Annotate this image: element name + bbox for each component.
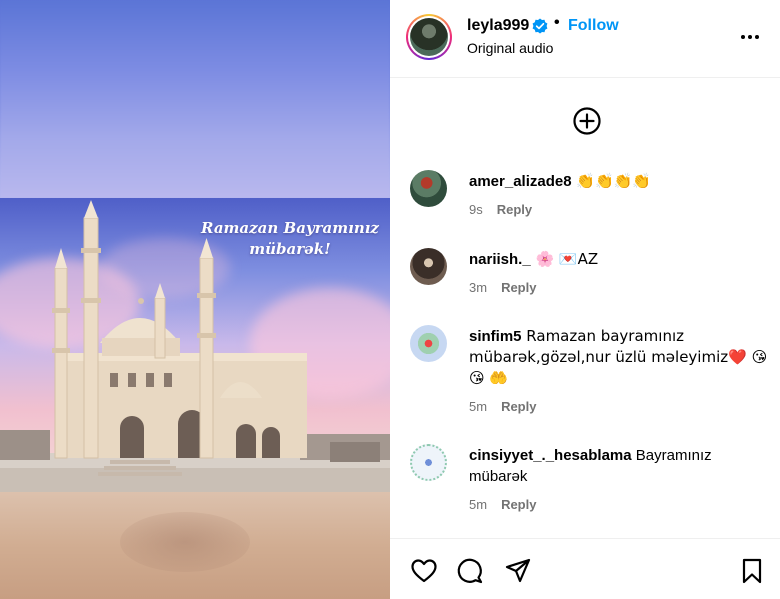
comment-text: nariish._ 🌸 💌AZ xyxy=(469,249,769,270)
reply-button[interactable]: Reply xyxy=(501,280,536,295)
reply-button[interactable]: Reply xyxy=(497,202,532,217)
commenter-avatar[interactable] xyxy=(410,248,447,285)
heart-icon[interactable] xyxy=(410,557,438,585)
comment-time: 5m xyxy=(469,497,488,512)
caption-line-1: Ramazan Bayramınız xyxy=(201,219,379,237)
caption-line-2: mübarək! xyxy=(249,240,331,258)
post-media[interactable]: Ramazan Bayramınız mübarək! xyxy=(0,0,390,599)
commenter-avatar[interactable] xyxy=(410,444,447,481)
comment-username[interactable]: amer_alizade8 xyxy=(469,173,572,190)
verified-badge-icon xyxy=(532,18,548,34)
comment-content: 👏👏👏👏 xyxy=(571,172,652,190)
original-audio-link[interactable]: Original audio xyxy=(467,40,553,56)
reply-button[interactable]: Reply xyxy=(501,497,536,512)
post-header: leyla999 • Follow Original audio xyxy=(390,0,780,78)
comment-text: amer_alizade8 👏👏👏👏 xyxy=(469,171,769,192)
reply-button[interactable]: Reply xyxy=(501,399,536,414)
add-comment-icon[interactable] xyxy=(572,106,602,136)
comment-time: 3m xyxy=(469,280,488,295)
bookmark-icon[interactable] xyxy=(738,557,766,585)
post-caption-overlay: Ramazan Bayramınız mübarək! xyxy=(200,218,380,260)
comment-meta: 9s Reply xyxy=(469,202,532,217)
comment-content: 🌸 💌AZ xyxy=(530,250,599,268)
comment-meta: 3m Reply xyxy=(469,280,536,295)
comment-username[interactable]: cinsiyyet_._hesablama xyxy=(469,447,632,464)
post-side-panel: leyla999 • Follow Original audio amer_al… xyxy=(390,0,780,599)
follow-button[interactable]: Follow xyxy=(568,17,619,35)
media-blur-top xyxy=(0,0,390,198)
more-options-icon[interactable] xyxy=(739,26,761,48)
comment-text: cinsiyyet_._hesablama Bayramınız mübarək xyxy=(469,445,769,487)
comment-time: 5m xyxy=(469,399,488,414)
comment-time: 9s xyxy=(469,202,483,217)
post-actions-bar xyxy=(390,538,780,599)
commenter-avatar[interactable] xyxy=(410,325,447,362)
commenter-avatar[interactable] xyxy=(410,170,447,207)
post-photo: Ramazan Bayramınız mübarək! xyxy=(0,198,390,492)
comment-username[interactable]: sinfim5 xyxy=(469,328,522,345)
header-separator: • xyxy=(554,14,560,31)
blur-smudge xyxy=(120,512,250,572)
comment-username[interactable]: nariish._ xyxy=(469,251,531,268)
media-blur-bottom xyxy=(0,492,390,599)
comment-meta: 5m Reply xyxy=(469,497,536,512)
share-paper-plane-icon[interactable] xyxy=(504,557,532,585)
comment-meta: 5m Reply xyxy=(469,399,536,414)
author-username[interactable]: leyla999 xyxy=(467,17,529,35)
author-avatar[interactable] xyxy=(406,14,452,60)
comment-bubble-icon[interactable] xyxy=(456,557,484,585)
comment-text: sinfim5 Ramazan bayramınız mübarək,gözəl… xyxy=(469,326,769,389)
